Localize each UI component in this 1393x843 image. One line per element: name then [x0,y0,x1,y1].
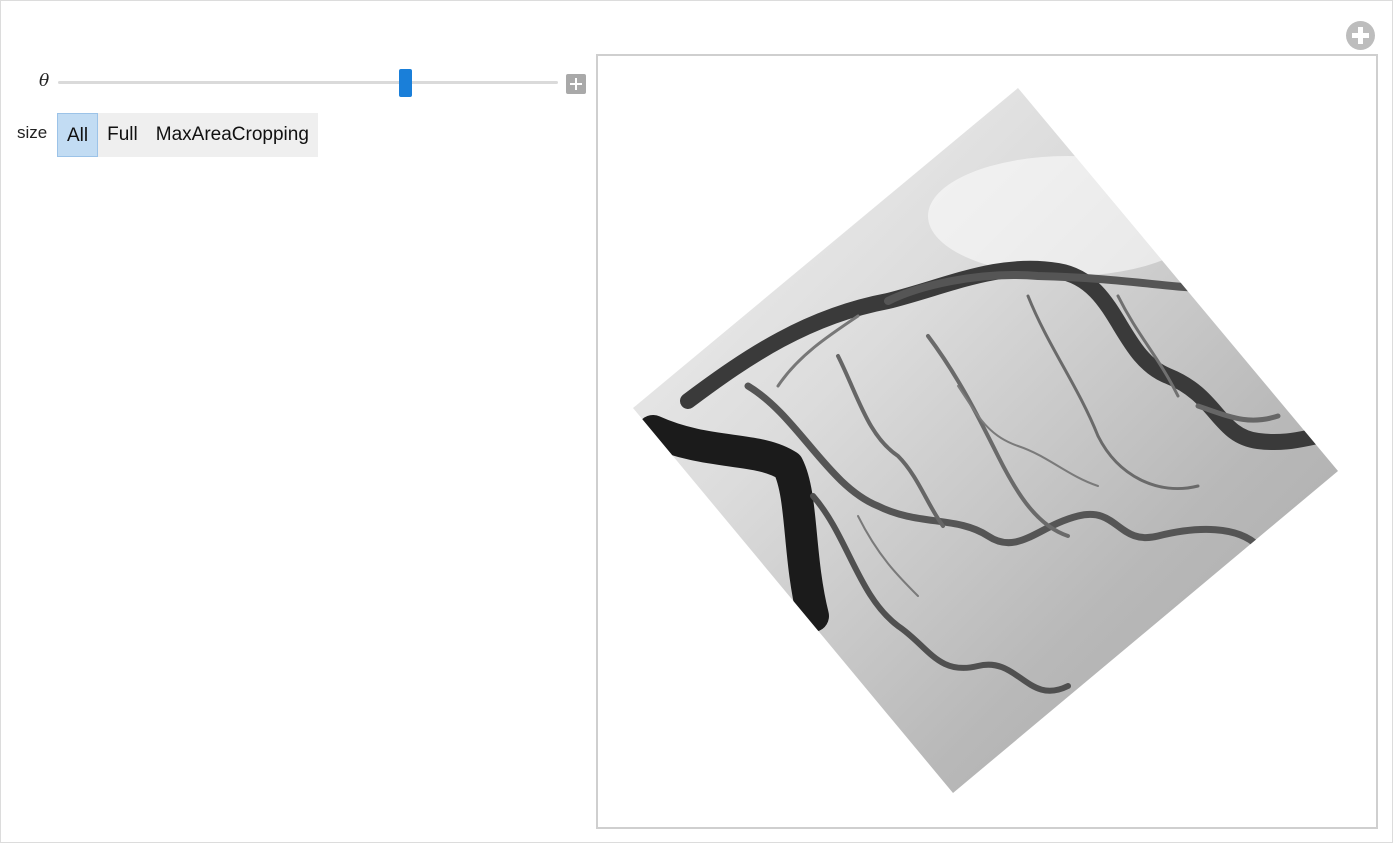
size-option-all[interactable]: All [57,113,99,157]
size-option-full[interactable]: Full [98,113,147,157]
plus-circle-icon[interactable] [1346,21,1375,50]
size-label: size [17,123,48,142]
theta-slider-track[interactable] [58,81,558,84]
size-setter-bar: All Full MaxAreaCropping [57,113,318,157]
angiogram-image [633,88,1338,793]
theta-label: θ [39,71,50,91]
output-image-panel [596,54,1378,829]
size-option-maxareacropping[interactable]: MaxAreaCropping [147,113,318,157]
manipulate-panel: θ size All Full MaxAreaCropping [0,0,1393,843]
slider-expand-plus-icon[interactable] [566,74,586,94]
theta-slider-thumb[interactable] [398,69,412,97]
